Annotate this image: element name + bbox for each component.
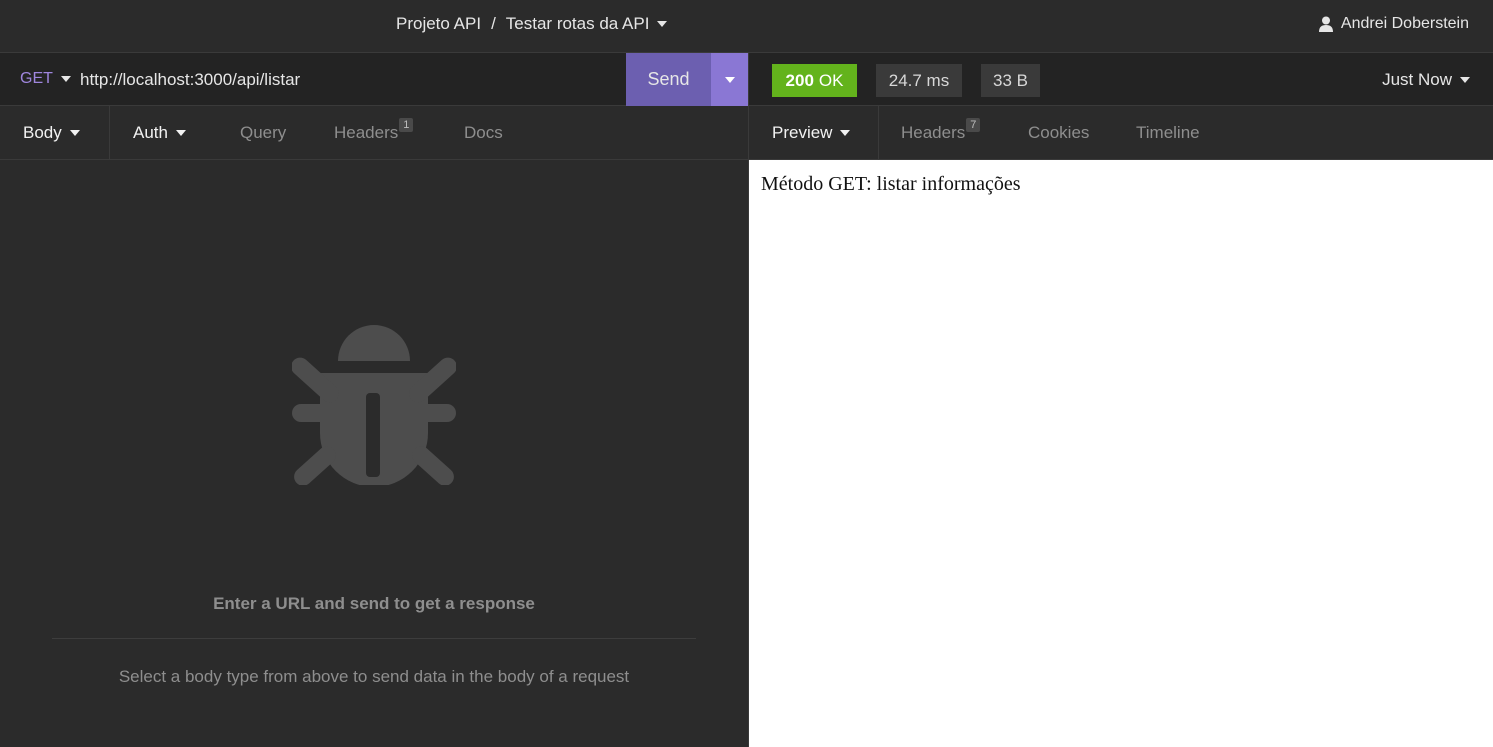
tab-docs[interactable]: Docs <box>464 106 503 160</box>
tab-query[interactable]: Query <box>240 106 286 160</box>
status-code: 200 <box>785 70 814 90</box>
chevron-down-icon <box>1460 77 1470 83</box>
tab-response-headers[interactable]: Headers 7 <box>901 106 981 160</box>
response-size-badge: 33 B <box>981 64 1040 97</box>
chevron-down-icon[interactable] <box>657 21 668 27</box>
url-bar: GET http://localhost:3000/api/listar Sen… <box>0 53 748 106</box>
chevron-down-icon <box>175 130 186 136</box>
tab-response-headers-label: Headers <box>901 123 966 142</box>
request-pane: GET http://localhost:3000/api/listar Sen… <box>0 53 748 747</box>
status-badge: 200 OK <box>772 64 857 97</box>
tab-timeline-label: Timeline <box>1136 123 1200 142</box>
tab-auth[interactable]: Auth <box>133 106 186 160</box>
response-time-badge: 24.7 ms <box>876 64 962 97</box>
tab-cookies-label: Cookies <box>1028 123 1090 142</box>
status-text: OK <box>818 70 844 90</box>
project-name[interactable]: Projeto API <box>396 14 481 34</box>
empty-state-title: Enter a URL and send to get a response <box>213 594 535 613</box>
app-window: Projeto API / Testar rotas da API Andrei… <box>0 0 1493 747</box>
user-icon <box>1318 16 1333 32</box>
response-pane: 200 OK 24.7 ms 33 B Just Now Preview Hea… <box>748 53 1493 747</box>
chevron-down-icon <box>724 76 735 83</box>
tab-divider <box>109 106 110 160</box>
headers-count-badge: 1 <box>399 118 414 132</box>
title-bar: Projeto API / Testar rotas da API Andrei… <box>0 0 1493 53</box>
breadcrumb[interactable]: Projeto API / Testar rotas da API <box>396 14 668 34</box>
response-tabs: Preview Headers 7 Cookies Timeline <box>749 106 1493 160</box>
tab-timeline[interactable]: Timeline <box>1136 106 1200 160</box>
chevron-down-icon <box>60 76 71 82</box>
tab-divider <box>878 106 879 160</box>
preview-content: Método GET: listar informações <box>761 173 1021 195</box>
method-select[interactable]: GET <box>20 70 71 88</box>
response-preview[interactable]: Método GET: listar informações <box>749 160 1493 747</box>
divider <box>52 638 696 639</box>
url-input[interactable]: http://localhost:3000/api/listar <box>80 70 300 90</box>
chevron-down-icon <box>840 130 851 136</box>
response-headers-count-badge: 7 <box>966 118 981 132</box>
user-name: Andrei Doberstein <box>1340 15 1469 32</box>
tab-body[interactable]: Body <box>23 106 80 160</box>
chevron-down-icon <box>69 130 80 136</box>
user-menu[interactable]: Andrei Doberstein <box>1318 15 1469 33</box>
response-status-bar: 200 OK 24.7 ms 33 B Just Now <box>749 53 1493 106</box>
method-label: GET <box>20 70 53 87</box>
response-history-dropdown[interactable]: Just Now <box>1382 70 1470 90</box>
tab-headers-label: Headers <box>334 123 399 142</box>
tab-body-label: Body <box>23 123 62 142</box>
collection-name[interactable]: Testar rotas da API <box>506 14 650 34</box>
breadcrumb-separator: / <box>491 14 496 33</box>
tab-cookies[interactable]: Cookies <box>1028 106 1089 160</box>
send-options-button[interactable] <box>711 53 748 106</box>
tab-preview-label: Preview <box>772 123 833 142</box>
tab-docs-label: Docs <box>464 123 503 142</box>
send-button[interactable]: Send <box>626 53 711 106</box>
tab-query-label: Query <box>240 123 287 142</box>
bug-icon <box>292 325 456 485</box>
empty-state-subtitle: Select a body type from above to send da… <box>118 667 630 686</box>
response-history-label: Just Now <box>1382 70 1452 89</box>
tab-headers[interactable]: Headers 1 <box>334 106 414 160</box>
tab-preview[interactable]: Preview <box>772 106 851 160</box>
request-tabs: Body Auth Query Headers 1 Docs <box>0 106 748 160</box>
tab-auth-label: Auth <box>133 123 168 142</box>
